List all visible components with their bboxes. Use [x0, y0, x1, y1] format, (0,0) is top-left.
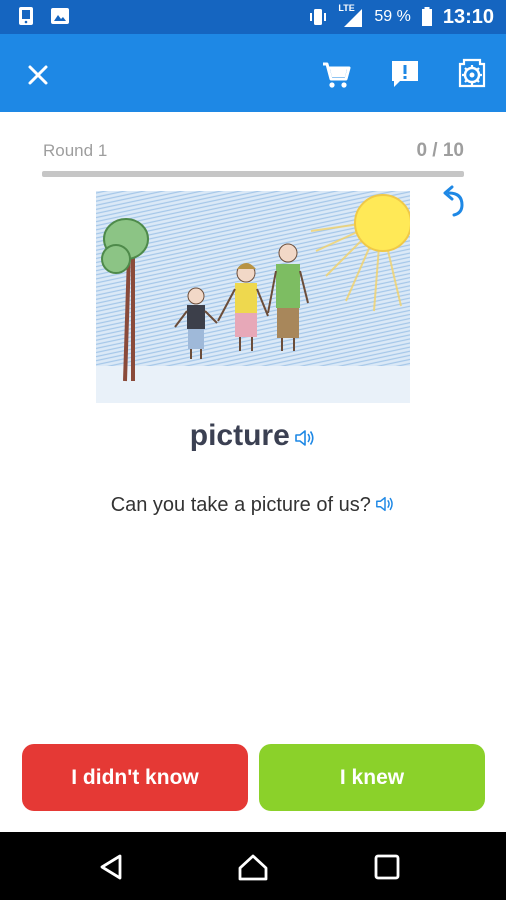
sentence-row: Can you take a picture of us? — [0, 494, 506, 519]
vocab-word: picture — [189, 419, 290, 452]
clock: 13:10 — [442, 5, 494, 28]
report-button[interactable] — [387, 56, 423, 92]
close-icon — [28, 65, 48, 85]
battery-percent: 59 % — [374, 8, 411, 25]
cart-button[interactable] — [318, 57, 354, 93]
phone-notification-icon — [19, 7, 33, 25]
signal-icon: LTE — [338, 3, 364, 28]
notification-icons — [16, 6, 70, 26]
progress-bar — [42, 171, 464, 177]
knew-button[interactable]: I knew — [259, 744, 485, 811]
status-bar: LTE 59 % 13:10 — [0, 0, 506, 34]
image-notification-icon — [51, 8, 69, 24]
word-row: picture — [0, 419, 506, 454]
speaker-icon — [295, 430, 314, 447]
recent-apps-icon[interactable] — [373, 853, 401, 881]
app-bar — [0, 34, 506, 112]
speaker-icon — [376, 497, 394, 512]
system-nav-bar — [0, 832, 506, 900]
progress-count: 0 / 10 — [416, 140, 464, 161]
cart-icon — [323, 62, 351, 88]
home-icon[interactable] — [236, 852, 270, 882]
vibrate-icon — [310, 9, 327, 25]
word-audio-button[interactable] — [294, 427, 316, 454]
back-icon[interactable] — [96, 852, 126, 882]
didnt-know-button[interactable]: I didn't know — [22, 744, 248, 811]
sentence-audio-button[interactable] — [375, 494, 395, 519]
settings-button[interactable] — [454, 56, 490, 92]
example-sentence: Can you take a picture of us? — [110, 494, 371, 516]
status-indicators: LTE 59 % 13:10 — [308, 3, 494, 28]
close-button[interactable] — [22, 59, 54, 91]
battery-icon — [421, 7, 432, 26]
undo-icon — [443, 185, 464, 217]
settings-icon — [458, 58, 486, 88]
undo-button[interactable] — [440, 185, 466, 217]
family-drawing-illustration — [96, 191, 410, 403]
report-icon — [392, 61, 418, 87]
round-label: Round 1 — [43, 141, 108, 160]
